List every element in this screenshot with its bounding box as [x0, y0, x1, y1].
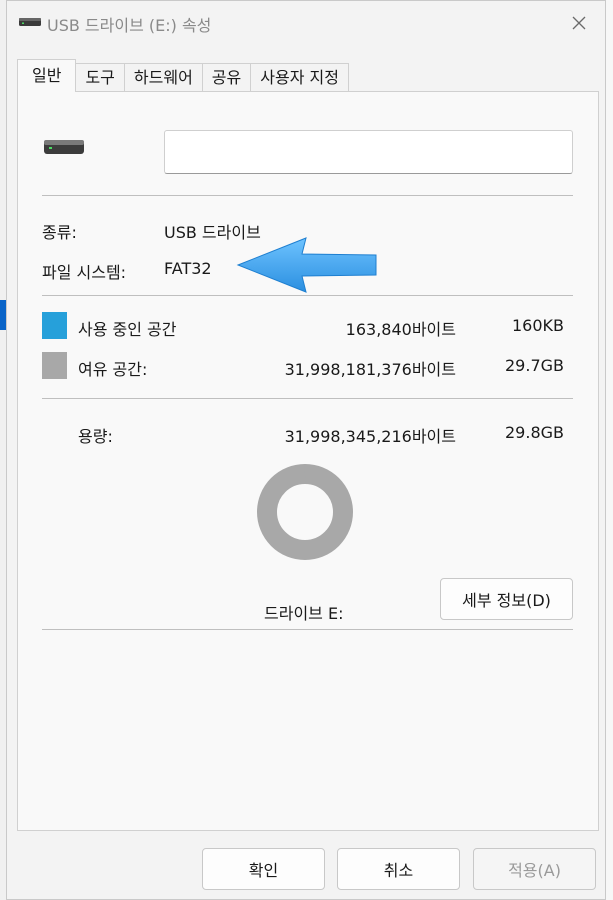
- used-space-size: 160KB: [511, 316, 564, 335]
- type-label: 종류:: [42, 223, 77, 242]
- separator: [42, 195, 573, 196]
- general-panel: 종류: USB 드라이브 파일 시스템: FAT32 사용 중인 공간 163,…: [17, 91, 599, 831]
- used-space-swatch: [42, 312, 67, 339]
- free-space-label: 여유 공간:: [78, 360, 148, 379]
- usb-drive-icon: [44, 140, 84, 154]
- filesystem-label: 파일 시스템:: [42, 263, 127, 282]
- ok-button[interactable]: 확인: [202, 848, 325, 890]
- used-space-bytes: 163,840바이트: [345, 320, 456, 339]
- tab-sharing[interactable]: 공유: [201, 63, 252, 92]
- drive-name-input[interactable]: [164, 130, 573, 174]
- drive-letter-label: 드라이브 E:: [264, 604, 344, 623]
- background-window-edge-right: [605, 0, 613, 900]
- filesystem-value: FAT32: [164, 259, 212, 278]
- capacity-size: 29.8GB: [505, 423, 564, 442]
- free-space-size: 29.7GB: [505, 356, 564, 375]
- capacity-label: 용량:: [78, 427, 113, 446]
- separator: [42, 629, 573, 630]
- drive-icon: [19, 18, 41, 26]
- used-space-label: 사용 중인 공간: [78, 320, 177, 339]
- close-icon: [572, 16, 586, 30]
- tab-hardware[interactable]: 하드웨어: [123, 63, 203, 92]
- free-space-ring: [257, 464, 353, 560]
- usage-donut-chart: [257, 464, 353, 560]
- properties-dialog: USB 드라이브 (E:) 속성 일반 도구 하드웨어 공유 사용자 지정 종류…: [6, 0, 606, 900]
- tab-tools[interactable]: 도구: [75, 63, 125, 92]
- tab-strip: 일반 도구 하드웨어 공유 사용자 지정: [17, 59, 349, 92]
- tab-general[interactable]: 일반: [17, 59, 77, 92]
- window-title: USB 드라이브 (E:) 속성: [47, 16, 212, 35]
- free-space-swatch: [42, 352, 67, 379]
- cancel-button[interactable]: 취소: [337, 848, 460, 890]
- free-space-bytes: 31,998,181,376바이트: [284, 360, 456, 379]
- separator: [42, 295, 573, 296]
- capacity-bytes: 31,998,345,216바이트: [284, 427, 456, 446]
- details-button[interactable]: 세부 정보(D): [440, 578, 573, 620]
- title-bar: USB 드라이브 (E:) 속성: [7, 1, 605, 45]
- close-button[interactable]: [561, 7, 597, 39]
- left-arrow-icon: [236, 237, 377, 293]
- tab-customize[interactable]: 사용자 지정: [250, 63, 349, 92]
- separator: [42, 398, 573, 399]
- apply-button[interactable]: 적용(A): [473, 848, 596, 890]
